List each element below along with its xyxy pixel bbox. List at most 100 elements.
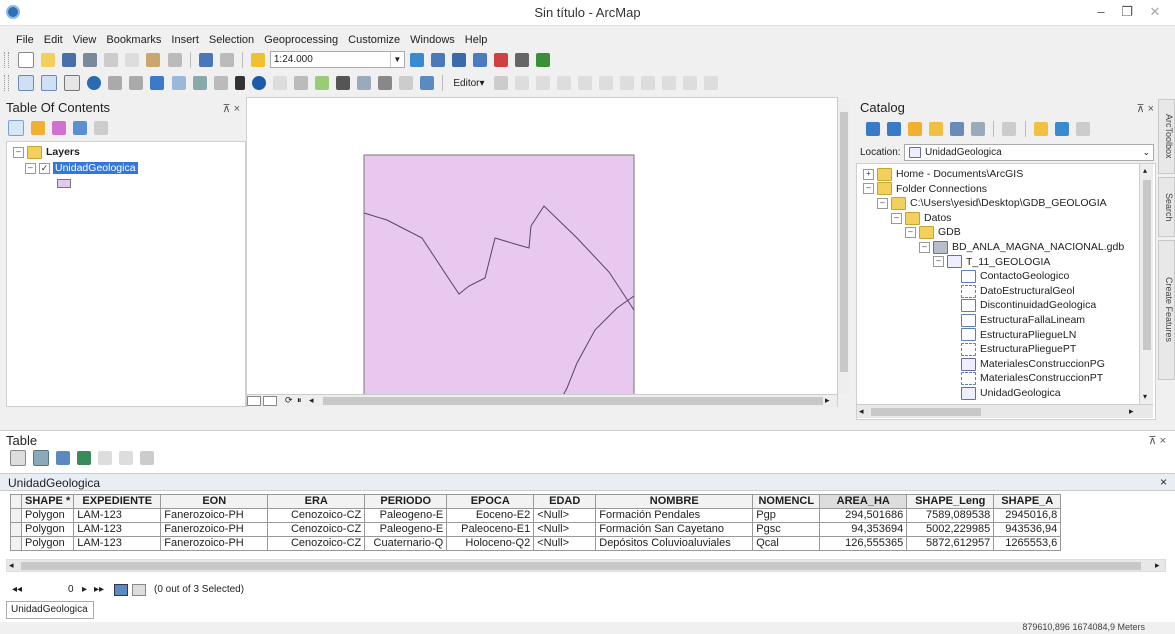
paste-icon[interactable] (146, 52, 161, 67)
layout-view-icon[interactable] (263, 396, 277, 406)
collapse-icon[interactable]: – (877, 197, 888, 209)
scrollbar-thumb[interactable] (840, 112, 848, 372)
scrollbar-thumb[interactable] (1143, 180, 1151, 350)
collapse-icon[interactable]: – (919, 241, 930, 253)
redo-icon[interactable] (219, 52, 234, 67)
layers-node[interactable]: – Layers (13, 145, 80, 160)
column-header[interactable]: NOMENCL (752, 494, 821, 509)
table-cell[interactable]: Polygon (20, 508, 75, 523)
menu-insert[interactable]: Insert (166, 30, 204, 50)
toolbar-grip[interactable] (4, 75, 9, 91)
connect-folder-icon[interactable] (950, 122, 965, 136)
menu-windows[interactable]: Windows (405, 30, 460, 50)
scrollbar-thumb[interactable] (871, 408, 981, 416)
catalog-item[interactable]: MaterialesConstruccionPG (961, 357, 1105, 372)
undo-icon[interactable] (198, 52, 213, 67)
related-tables-icon[interactable] (33, 450, 50, 466)
toc-pin-close-button[interactable]: ⊼ × (222, 102, 240, 115)
disconnect-folder-icon[interactable] (971, 122, 986, 136)
show-selected-records-icon[interactable] (132, 584, 146, 596)
column-header[interactable]: SHAPE * (20, 494, 75, 509)
column-header[interactable]: AREA_HA (819, 494, 908, 509)
table-row[interactable]: Polygon LAM-123 Fanerozoico-PH Cenozoico-CZ… (10, 536, 1062, 551)
cut-icon[interactable] (104, 52, 119, 67)
row-selector-header[interactable] (10, 494, 22, 509)
endpoint-arc-icon[interactable] (577, 76, 592, 90)
zoom-in-icon[interactable] (18, 75, 35, 91)
catalog-item[interactable]: UnidadGeologica (961, 386, 1061, 401)
table-cell[interactable]: Cenozoico-CZ (267, 536, 366, 551)
table-cell[interactable]: <Null> (533, 522, 597, 537)
last-record-button[interactable]: ▸▸ (94, 584, 104, 595)
catalog-vertical-scrollbar[interactable]: ▴ ▾ (1139, 164, 1153, 404)
table-cell[interactable]: Polygon (20, 536, 75, 551)
arctoolbox-icon[interactable] (494, 52, 509, 67)
column-header[interactable]: EDAD (533, 494, 597, 509)
scroll-left-icon[interactable]: ◂ (309, 395, 314, 406)
catalog-item[interactable]: – BD_ANLA_MAGNA_NACIONAL.gdb (919, 240, 1124, 255)
menu-help[interactable]: Help (460, 30, 493, 50)
zoom-to-selected-icon[interactable] (119, 451, 134, 465)
pause-drawing-icon[interactable]: ⏸ (297, 395, 302, 406)
fixed-zoom-in-icon[interactable] (108, 76, 123, 90)
cut-polygon-icon[interactable] (619, 76, 634, 90)
options-icon[interactable] (94, 121, 109, 135)
catalog-item[interactable]: – Datos (891, 211, 951, 226)
scroll-up-icon[interactable]: ▴ (1143, 166, 1147, 175)
layer-unidadgeologica[interactable]: – ✓ UnidadGeologica (25, 161, 138, 176)
table-cell[interactable]: Paleogeno-E (364, 522, 448, 537)
scroll-right-icon[interactable]: ▸ (825, 395, 830, 406)
chevron-down-icon[interactable]: ▼ (389, 52, 404, 67)
create-features-icon[interactable] (704, 76, 719, 90)
row-selector[interactable] (10, 522, 22, 537)
copy-icon[interactable] (125, 52, 140, 67)
table-row[interactable]: Polygon LAM-123 Fanerozoico-PH Cenozoico-CZ… (10, 522, 1062, 537)
table-cell[interactable]: 126,555365 (819, 536, 908, 551)
close-button[interactable]: ✕ (1142, 2, 1168, 22)
select-features-icon[interactable] (192, 76, 207, 90)
table-cell[interactable]: <Null> (533, 508, 597, 523)
layer-name[interactable]: UnidadGeologica (53, 162, 138, 174)
back-extent-icon[interactable] (150, 76, 165, 90)
find-route-icon[interactable] (357, 76, 372, 90)
switch-selection-icon[interactable] (77, 451, 92, 465)
location-combo[interactable]: UnidadGeologica ⌄ (904, 144, 1154, 161)
home-icon[interactable] (929, 122, 944, 136)
close-table-tab-icon[interactable]: × (1160, 475, 1167, 489)
show-all-records-icon[interactable] (114, 584, 128, 596)
full-extent-icon[interactable] (87, 76, 102, 90)
edit-tool-icon[interactable] (493, 76, 508, 90)
table-cell[interactable]: Fanerozoico-PH (160, 536, 269, 551)
forward-extent-icon[interactable] (171, 76, 186, 90)
column-header[interactable]: EPOCA (446, 494, 535, 509)
collapse-icon[interactable]: – (863, 183, 874, 195)
map-horizontal-scrollbar[interactable]: ⟳ ⏸ ◂ ▸ (247, 394, 837, 407)
arctoolbox-tab[interactable]: ArcToolbox (1158, 99, 1175, 174)
search-window-icon[interactable] (473, 52, 488, 67)
scroll-left-icon[interactable]: ◂ (859, 406, 864, 417)
table-cell[interactable]: LAM-123 (73, 522, 162, 537)
clear-selection-icon[interactable] (98, 451, 113, 465)
attributes-icon[interactable] (662, 76, 677, 90)
new-item-icon[interactable] (1033, 122, 1048, 136)
back-icon[interactable] (866, 122, 880, 136)
table-cell[interactable]: 943536,94 (993, 522, 1062, 537)
table-cell[interactable]: Formación San Cayetano (595, 522, 754, 537)
view-options-icon[interactable] (1002, 122, 1017, 136)
table-cell[interactable]: 294,501686 (819, 508, 908, 523)
catalog-item[interactable]: DiscontinuidadGeologica (961, 298, 1096, 313)
print-icon[interactable] (83, 52, 98, 67)
table-cell[interactable]: 7589,089538 (906, 508, 995, 523)
catalog-item[interactable]: – T_11_GEOLOGIA (933, 255, 1050, 270)
catalog-pin-close-button[interactable]: ⊼ × (1136, 102, 1154, 115)
layer-visibility-checkbox[interactable]: ✓ (39, 162, 50, 174)
catalog-item[interactable]: ContactoGeologico (961, 269, 1069, 284)
add-data-icon[interactable] (250, 52, 265, 67)
column-header[interactable]: EXPEDIENTE (73, 494, 162, 509)
table-cell[interactable]: <Null> (533, 536, 597, 551)
table-cell[interactable]: Qcal (752, 536, 821, 551)
editor-toolbar-icon[interactable] (409, 52, 424, 67)
catalog-item[interactable]: EstructuraFallaLineam (961, 313, 1085, 328)
collapse-icon[interactable]: – (891, 212, 902, 224)
table-cell[interactable]: Pgp (752, 508, 821, 523)
